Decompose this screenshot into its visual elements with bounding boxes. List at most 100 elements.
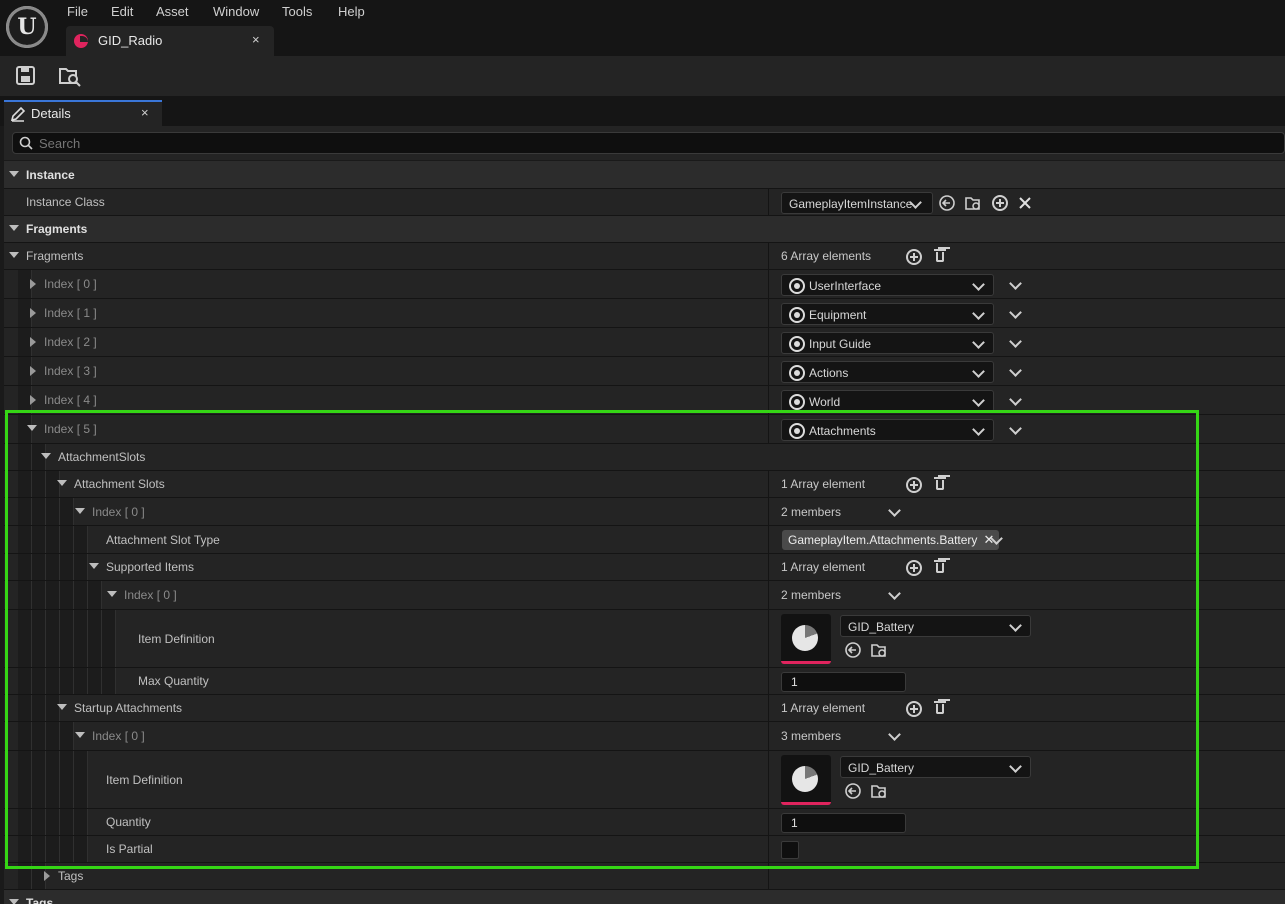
property-row-item-definition: Item Definition GID_Battery bbox=[4, 610, 1285, 668]
chevron-down-icon[interactable] bbox=[1009, 277, 1022, 290]
chevron-down-icon[interactable] bbox=[9, 899, 19, 904]
asset-picker-combo[interactable]: GID_Battery bbox=[840, 615, 1031, 637]
use-selected-icon[interactable] bbox=[844, 782, 862, 800]
chevron-down-icon[interactable] bbox=[9, 225, 19, 231]
fragment-type-combo[interactable]: Input Guide bbox=[781, 332, 994, 354]
combo-value: GID_Battery bbox=[848, 761, 915, 775]
chevron-down-icon[interactable] bbox=[1009, 335, 1022, 348]
property-row-item-definition: Item Definition GID_Battery bbox=[4, 751, 1285, 809]
chevron-down-icon[interactable] bbox=[1009, 364, 1022, 377]
index-label: Index [ 4 ] bbox=[44, 393, 97, 407]
chevron-down-icon[interactable] bbox=[107, 591, 117, 597]
menu-help[interactable]: Help bbox=[338, 4, 365, 19]
chevron-down-icon[interactable] bbox=[1009, 393, 1022, 406]
array-element-row: Index [ 5 ] Attachments bbox=[4, 415, 1285, 444]
search-icon bbox=[19, 136, 33, 150]
fragment-type-combo[interactable]: Attachments bbox=[781, 419, 994, 441]
index-label: Index [ 3 ] bbox=[44, 364, 97, 378]
add-icon[interactable] bbox=[992, 195, 1008, 211]
close-icon[interactable]: × bbox=[252, 32, 260, 47]
category-tags[interactable]: Tags bbox=[4, 890, 1285, 904]
add-element-icon[interactable] bbox=[906, 249, 922, 265]
menu-tools[interactable]: Tools bbox=[282, 4, 312, 19]
array-element-row: Index [ 0 ] UserInterface bbox=[4, 270, 1285, 299]
index-label: Index [ 0 ] bbox=[92, 504, 145, 519]
fragment-type-combo[interactable]: UserInterface bbox=[781, 274, 994, 296]
browse-to-asset-button[interactable] bbox=[56, 64, 84, 88]
save-icon bbox=[16, 66, 35, 85]
chevron-down-icon[interactable] bbox=[41, 453, 51, 459]
chevron-down-icon[interactable] bbox=[89, 563, 99, 569]
clear-icon[interactable] bbox=[1017, 195, 1033, 211]
category-instance[interactable]: Instance bbox=[4, 161, 1285, 189]
menu-window[interactable]: Window bbox=[213, 4, 259, 19]
combo-value: UserInterface bbox=[809, 279, 882, 293]
chevron-down-icon[interactable] bbox=[888, 728, 901, 741]
menu-asset[interactable]: Asset bbox=[156, 4, 189, 19]
index-label: Index [ 0 ] bbox=[92, 729, 145, 743]
use-selected-icon[interactable] bbox=[938, 194, 956, 212]
trash-icon[interactable] bbox=[933, 248, 949, 264]
chevron-down-icon[interactable] bbox=[888, 587, 901, 600]
member-count: 3 members bbox=[781, 729, 842, 743]
fragment-type-combo[interactable]: Actions bbox=[781, 361, 994, 383]
struct-label: AttachmentSlots bbox=[58, 450, 146, 464]
add-element-icon[interactable] bbox=[906, 701, 922, 717]
is-partial-checkbox[interactable] bbox=[781, 841, 799, 859]
chevron-right-icon[interactable] bbox=[30, 337, 36, 347]
browse-icon[interactable] bbox=[870, 782, 888, 800]
chevron-down-icon[interactable] bbox=[57, 704, 67, 710]
chevron-down-icon[interactable] bbox=[75, 732, 85, 738]
instance-class-combo[interactable]: GameplayItemInstance bbox=[781, 192, 933, 214]
asset-thumbnail[interactable] bbox=[781, 614, 831, 664]
chevron-down-icon[interactable] bbox=[1009, 422, 1022, 435]
use-selected-icon[interactable] bbox=[844, 641, 862, 659]
chevron-down-icon bbox=[972, 394, 985, 407]
chevron-down-icon[interactable] bbox=[57, 480, 67, 486]
asset-icon bbox=[792, 625, 818, 651]
max-quantity-input[interactable]: 1 bbox=[781, 672, 906, 692]
save-button[interactable] bbox=[12, 64, 40, 88]
menu-edit[interactable]: Edit bbox=[111, 4, 133, 19]
array-element-row: Index [ 1 ] Equipment bbox=[4, 299, 1285, 328]
chevron-right-icon[interactable] bbox=[30, 279, 36, 289]
asset-thumbnail[interactable] bbox=[781, 755, 831, 805]
chevron-down-icon[interactable] bbox=[75, 507, 85, 514]
chevron-right-icon[interactable] bbox=[44, 871, 50, 881]
panel-tab-strip bbox=[0, 96, 1285, 126]
chevron-down-icon[interactable] bbox=[888, 504, 901, 517]
unreal-class-icon bbox=[789, 423, 805, 439]
chevron-down-icon[interactable] bbox=[1009, 306, 1022, 319]
search-box[interactable] bbox=[12, 132, 1285, 154]
asset-picker-combo[interactable]: GID_Battery bbox=[840, 756, 1031, 778]
index-label: Index [ 0 ] bbox=[124, 588, 177, 602]
trash-icon[interactable] bbox=[933, 700, 949, 716]
category-fragments[interactable]: Fragments bbox=[4, 216, 1285, 243]
menu-file[interactable]: File bbox=[67, 4, 88, 19]
search-input[interactable] bbox=[39, 135, 1239, 151]
chevron-down-icon[interactable] bbox=[27, 425, 37, 431]
chevron-right-icon[interactable] bbox=[30, 366, 36, 376]
trash-icon[interactable] bbox=[933, 476, 949, 492]
fragment-type-combo[interactable]: Equipment bbox=[781, 303, 994, 325]
asset-editor-tab[interactable]: GID_Radio × bbox=[66, 26, 274, 56]
chevron-down-icon bbox=[972, 307, 985, 320]
chevron-down-icon[interactable] bbox=[9, 170, 19, 177]
title-bar: U File Edit Asset Window Tools Help GID_… bbox=[0, 0, 1285, 56]
gameplay-tag-chip[interactable]: GameplayItem.Attachments.Battery ✕ bbox=[782, 530, 1000, 550]
chevron-down-icon bbox=[972, 365, 985, 378]
details-tab[interactable]: Details × bbox=[4, 100, 162, 126]
chevron-right-icon[interactable] bbox=[30, 395, 36, 405]
trash-icon[interactable] bbox=[933, 559, 949, 575]
chevron-right-icon[interactable] bbox=[30, 308, 36, 318]
browse-icon[interactable] bbox=[870, 641, 888, 659]
fragment-type-combo[interactable]: World bbox=[781, 390, 994, 412]
add-element-icon[interactable] bbox=[906, 477, 922, 493]
unreal-class-icon bbox=[789, 336, 805, 352]
chevron-down-icon[interactable] bbox=[9, 252, 19, 258]
browse-to-asset-icon bbox=[59, 68, 81, 87]
add-element-icon[interactable] bbox=[906, 560, 922, 576]
close-icon[interactable]: × bbox=[141, 105, 149, 120]
quantity-input[interactable]: 1 bbox=[781, 813, 906, 833]
browse-icon[interactable] bbox=[964, 194, 982, 212]
